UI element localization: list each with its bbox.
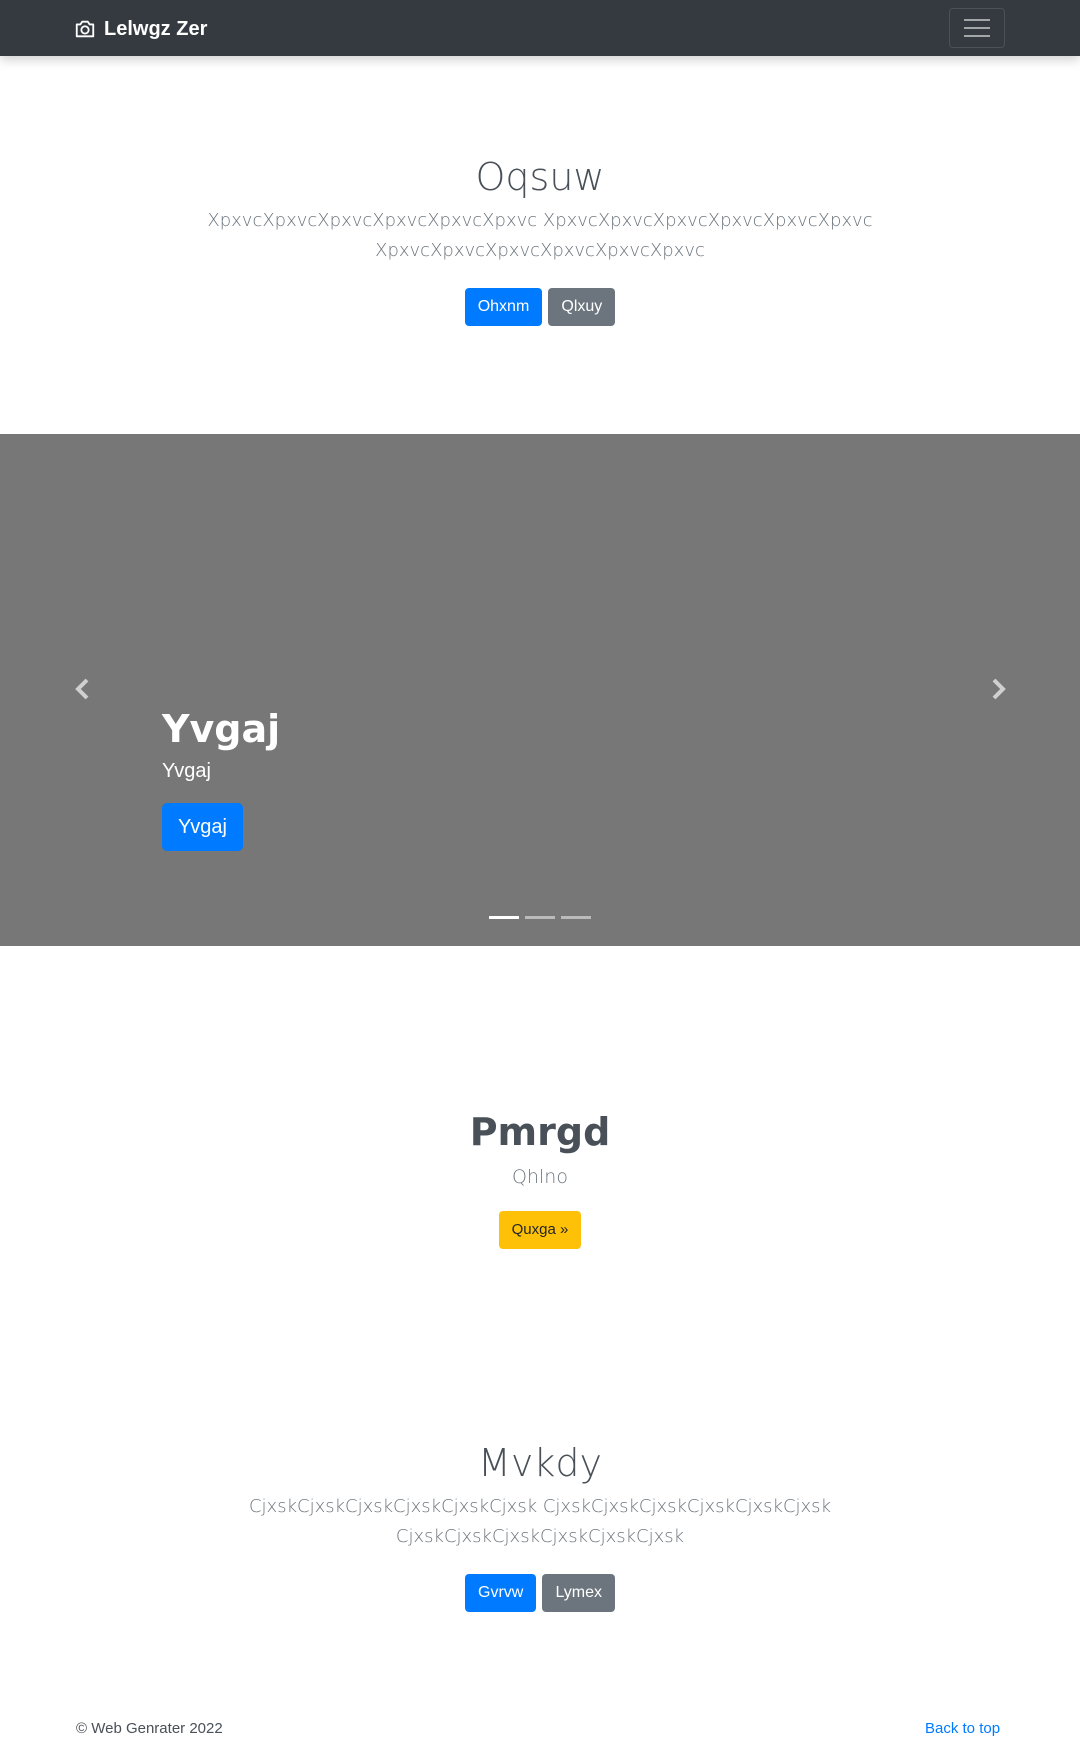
hero-section: Oqsuw XpxvcXpxvcXpxvcXpxvcXpxvcXpxvc Xpx…: [0, 152, 1080, 326]
hamburger-menu-icon: [964, 19, 990, 21]
content-section: Mvkdy CjxskCjxskCjxskCjxskCjxskCjxsk Cjx…: [0, 1438, 1080, 1612]
hero-lead-line2: XpxvcXpxvcXpxvcXpxvcXpxvcXpxvc: [375, 240, 705, 261]
carousel-indicator[interactable]: [489, 916, 519, 919]
slide-text: Yvgaj: [162, 760, 211, 782]
back-to-top-link[interactable]: Back to top: [925, 1720, 1000, 1737]
carousel: Yvgaj Yvgaj Yvgaj: [0, 434, 1080, 946]
hero-lead-line1: XpxvcXpxvcXpxvcXpxvcXpxvcXpxvc XpxvcXpxv…: [207, 210, 873, 231]
hero-actions: Ohxnm Qlxuy: [0, 288, 1080, 326]
feature-section: Pmrgd Qhlno Quxga »: [0, 1103, 1080, 1249]
section-secondary-button[interactable]: Lymex: [542, 1574, 615, 1612]
section-primary-button[interactable]: Gvrvw: [465, 1574, 537, 1612]
feature-title: Pmrgd: [469, 1110, 611, 1154]
hero-title: Oqsuw: [475, 155, 605, 199]
chevron-left-icon: [75, 678, 89, 700]
slide-button[interactable]: Yvgaj: [162, 803, 243, 851]
chevron-right-icon: [992, 678, 1006, 700]
section-lead-line2: CjxskCjxskCjxskCjxskCjxskCjxsk: [395, 1526, 685, 1547]
hero-primary-button[interactable]: Ohxnm: [464, 288, 543, 326]
section-lead-line1: CjxskCjxskCjxskCjxskCjxskCjxsk CjxskCjxs…: [248, 1496, 831, 1517]
brand-link[interactable]: Lelwgz Zer: [74, 16, 207, 42]
slide-title: Yvgaj: [162, 707, 281, 751]
feature-button[interactable]: Quxga »: [498, 1211, 582, 1249]
camera-icon: [74, 18, 96, 40]
section-actions: Gvrvw Lymex: [0, 1574, 1080, 1612]
carousel-indicator[interactable]: [561, 916, 591, 919]
carousel-caption: Yvgaj Yvgaj Yvgaj: [162, 706, 280, 851]
hero-lead: XpxvcXpxvcXpxvcXpxvcXpxvcXpxvc XpxvcXpxv…: [0, 206, 1080, 266]
section-lead: CjxskCjxskCjxskCjxskCjxskCjxsk CjxskCjxs…: [0, 1492, 1080, 1552]
carousel-indicators: [489, 916, 591, 919]
carousel-prev-button[interactable]: [68, 674, 98, 704]
footer-copyright: © Web Genrater 2022: [76, 1720, 223, 1737]
section-title: Mvkdy: [478, 1441, 602, 1485]
navbar-toggle-button[interactable]: [949, 8, 1005, 48]
feature-subtitle: Qhlno: [512, 1166, 568, 1188]
hero-secondary-button[interactable]: Qlxuy: [548, 288, 616, 326]
navbar: Lelwgz Zer: [0, 0, 1080, 56]
carousel-next-button[interactable]: [983, 674, 1013, 704]
carousel-indicator[interactable]: [525, 916, 555, 919]
brand-name: Lelwgz Zer: [104, 17, 208, 40]
